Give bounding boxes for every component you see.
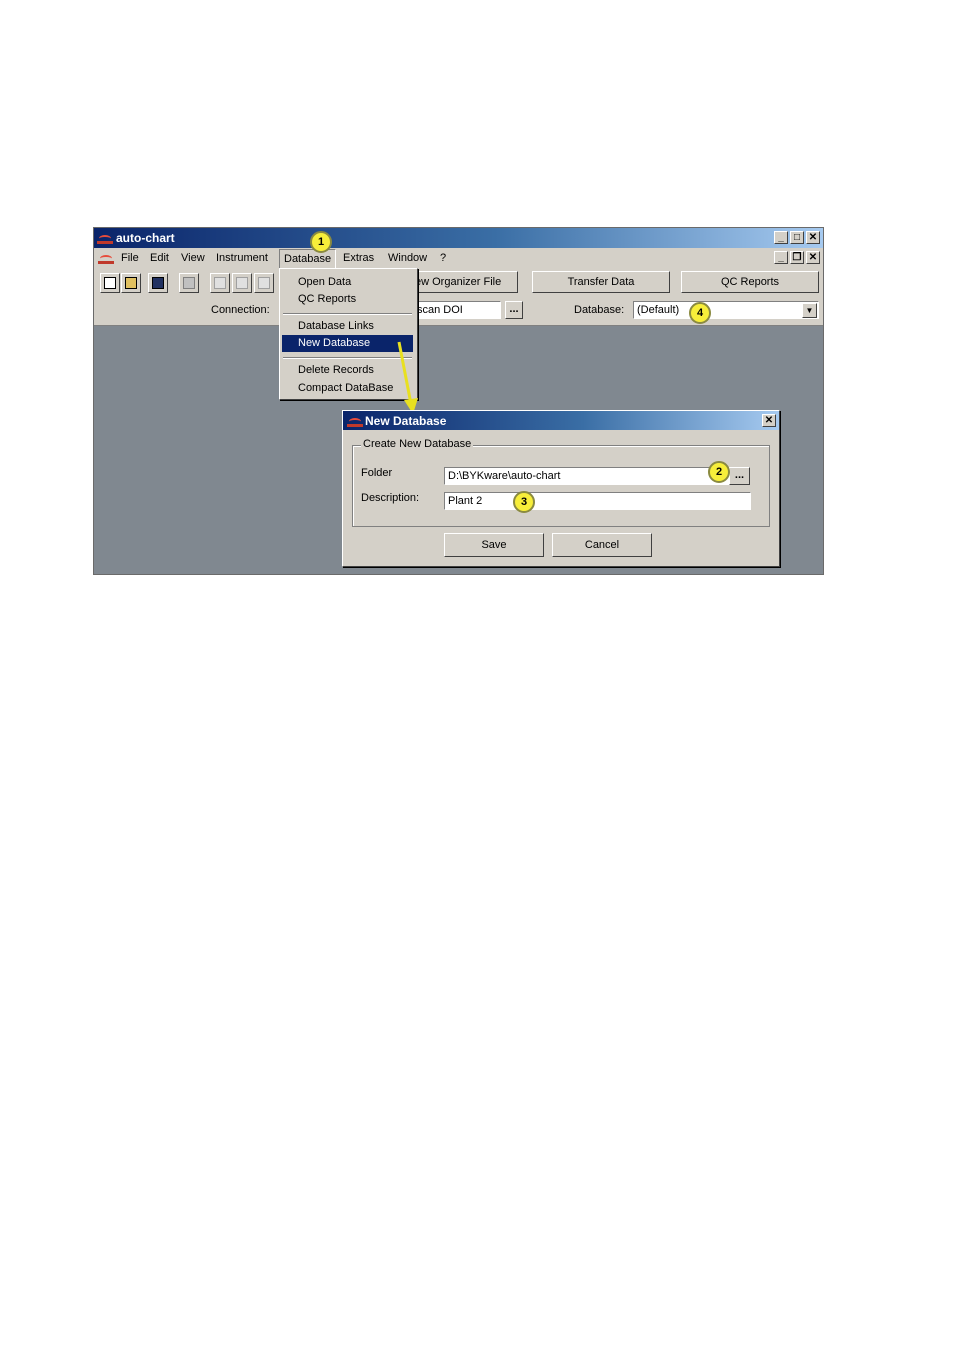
menu-separator [283, 313, 412, 315]
copy-icon [236, 277, 248, 289]
connection-browse-button[interactable]: ... [505, 301, 523, 319]
group-label: Create New Database [361, 438, 474, 450]
menu-edit[interactable]: Edit [150, 252, 169, 264]
transfer-data-button[interactable]: Transfer Data [532, 271, 670, 293]
callout-badge-2: 2 [708, 461, 730, 483]
new-database-dialog: New Database ✕ Create New Database Folde… [342, 410, 780, 567]
cancel-button[interactable]: Cancel [552, 533, 652, 557]
mdi-minimize-icon[interactable]: _ [774, 251, 788, 264]
menu-view[interactable]: View [181, 252, 205, 264]
chevron-down-icon[interactable]: ▼ [802, 303, 817, 318]
database-select-value: (Default) [637, 304, 680, 316]
save-file-button[interactable] [148, 273, 168, 293]
callout-badge-3: 3 [513, 491, 535, 513]
callout-badge-1: 1 [310, 231, 332, 253]
window-title: auto-chart [116, 231, 175, 245]
save-disk-icon [152, 277, 164, 289]
mdi-restore-icon[interactable]: ❐ [790, 251, 804, 264]
dialog-logo-icon [347, 416, 363, 427]
copy-button[interactable] [232, 273, 252, 293]
app-logo-icon [97, 233, 113, 244]
folder-label: Folder [361, 467, 393, 479]
dialog-title: New Database [365, 414, 447, 428]
menu-bar: File Edit View Instrument Database Extra… [94, 248, 823, 269]
new-file-icon [104, 277, 116, 289]
description-label: Description: [361, 492, 420, 504]
menu-item-qc-reports[interactable]: QC Reports [282, 291, 413, 308]
open-folder-icon [125, 277, 137, 289]
database-select[interactable]: (Default) ▼ [633, 301, 819, 319]
menu-window[interactable]: Window [388, 252, 427, 264]
connection-label: Connection: [211, 304, 270, 316]
mdi-close-icon[interactable]: ✕ [806, 251, 820, 264]
app-window: auto-chart _ □ ✕ File Edit View Instrume… [93, 227, 824, 575]
menu-file[interactable]: File [121, 252, 139, 264]
paste-button[interactable] [254, 273, 274, 293]
cut-button[interactable] [210, 273, 230, 293]
scissors-icon [214, 277, 226, 289]
folder-browse-button[interactable]: ... [729, 467, 750, 485]
save-button[interactable]: Save [444, 533, 544, 557]
minimize-icon[interactable]: _ [774, 231, 788, 244]
arrow-annotation-icon [397, 341, 418, 414]
title-bar: auto-chart _ □ ✕ [94, 228, 823, 248]
maximize-icon[interactable]: □ [790, 231, 804, 244]
printer-icon [183, 277, 195, 289]
print-button[interactable] [179, 273, 199, 293]
mdi-controls: _ ❐ ✕ [774, 251, 820, 264]
menu-help[interactable]: ? [440, 252, 446, 264]
paste-icon [258, 277, 270, 289]
callout-badge-4: 4 [689, 302, 711, 324]
menu-item-open-data[interactable]: Open Data [282, 274, 413, 291]
menu-item-database-links[interactable]: Database Links [282, 318, 413, 335]
database-label: Database: [574, 304, 625, 316]
folder-field[interactable]: D:\BYKware\auto-chart [444, 467, 729, 485]
toolbar: ew Organizer File Transfer Data QC Repor… [94, 268, 823, 326]
dialog-title-bar: New Database ✕ [343, 411, 779, 430]
close-icon[interactable]: ✕ [806, 231, 820, 244]
document-logo-icon [98, 253, 114, 264]
window-controls: _ □ ✕ [774, 231, 820, 244]
open-file-button[interactable] [121, 273, 141, 293]
create-database-group: Create New Database [352, 438, 770, 527]
menu-database[interactable]: Database [279, 249, 337, 269]
menu-instrument[interactable]: Instrument [216, 252, 268, 264]
description-field[interactable]: Plant 2 [444, 492, 751, 510]
menu-extras[interactable]: Extras [343, 252, 374, 264]
new-file-button[interactable] [100, 273, 120, 293]
dialog-close-icon[interactable]: ✕ [762, 414, 776, 427]
qc-reports-button[interactable]: QC Reports [681, 271, 819, 293]
